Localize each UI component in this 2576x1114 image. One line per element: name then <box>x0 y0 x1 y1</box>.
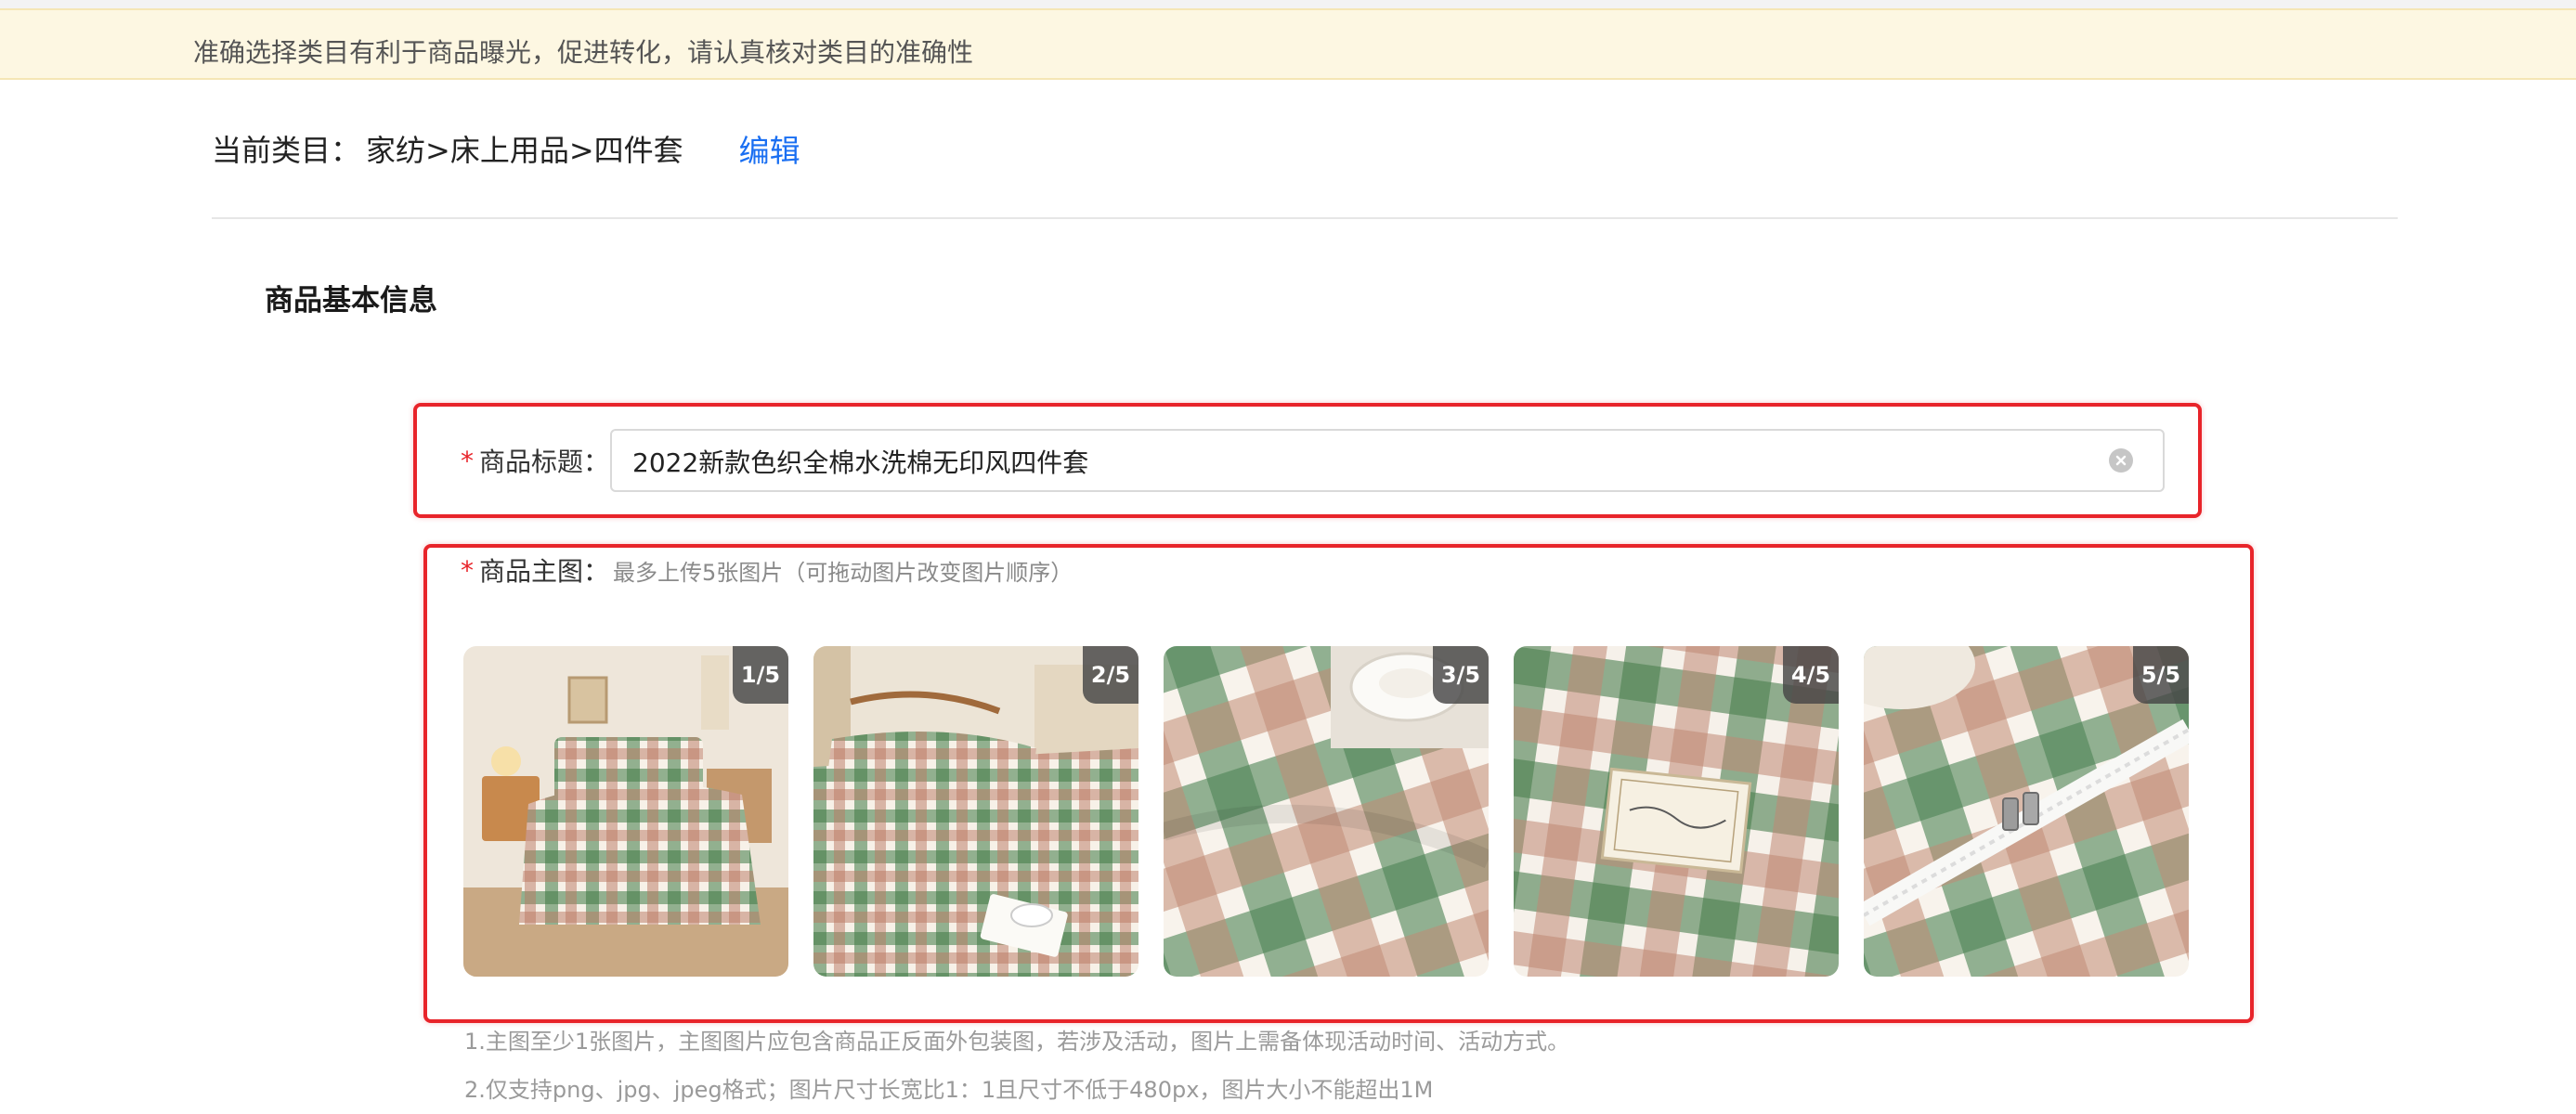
product-title-label: * 商品标题： <box>461 442 609 479</box>
divider <box>212 217 2398 219</box>
note-line: 1.主图至少1张图片，主图图片应包含商品正反面外包装图，若涉及活动，图片上需备体… <box>464 1029 1570 1055</box>
close-icon <box>2115 455 2127 466</box>
required-mark: * <box>461 554 474 586</box>
product-title-field <box>610 429 2165 492</box>
top-edge <box>0 0 2576 8</box>
main-images-hint: 最多上传5张图片（可拖动图片改变图片顺序） <box>613 559 1073 586</box>
section-title: 商品基本信息 <box>265 284 437 317</box>
image-requirements-notes: 1.主图至少1张图片，主图图片应包含商品正反面外包装图，若涉及活动，图片上需备体… <box>464 1017 2322 1114</box>
product-title-input[interactable] <box>631 431 2083 492</box>
main-image-thumb[interactable]: 4/5 <box>1514 646 1839 977</box>
image-order-badge: 5/5 <box>2133 646 2189 704</box>
image-order-badge: 4/5 <box>1783 646 1839 704</box>
main-image-thumb[interactable]: 5/5 <box>1864 646 2189 977</box>
main-images-label: * 商品主图： 最多上传5张图片（可拖动图片改变图片顺序） <box>461 551 1073 589</box>
main-image-thumb[interactable]: 3/5 <box>1164 646 1489 977</box>
main-image-thumb[interactable]: 2/5 <box>813 646 1138 977</box>
notice-text: 准确选择类目有利于商品曝光，促进转化，请认真核对类目的准确性 <box>193 37 974 68</box>
product-title-label-text: 商品标题： <box>479 447 610 477</box>
edit-category-link[interactable]: 编辑 <box>739 126 800 171</box>
category-path: 家纺>床上用品>四件套 <box>366 133 683 168</box>
note-line: 2.仅支持png、jpg、jpeg格式；图片尺寸长宽比1：1且尺寸不低于480p… <box>464 1077 1434 1103</box>
main-image-thumb[interactable]: 1/5 <box>463 646 788 977</box>
notice-bar: 准确选择类目有利于商品曝光，促进转化，请认真核对类目的准确性 <box>0 8 2576 80</box>
image-order-badge: 3/5 <box>1433 646 1489 704</box>
main-images-label-text: 商品主图： <box>479 556 610 587</box>
current-category-row: 当前类目： 家纺>床上用品>四件套 编辑 <box>212 126 800 171</box>
category-label: 当前类目： <box>212 133 361 168</box>
image-order-badge: 2/5 <box>1083 646 1138 704</box>
clear-input-button[interactable] <box>2109 448 2133 473</box>
image-order-badge: 1/5 <box>733 646 788 704</box>
required-mark: * <box>461 445 474 476</box>
